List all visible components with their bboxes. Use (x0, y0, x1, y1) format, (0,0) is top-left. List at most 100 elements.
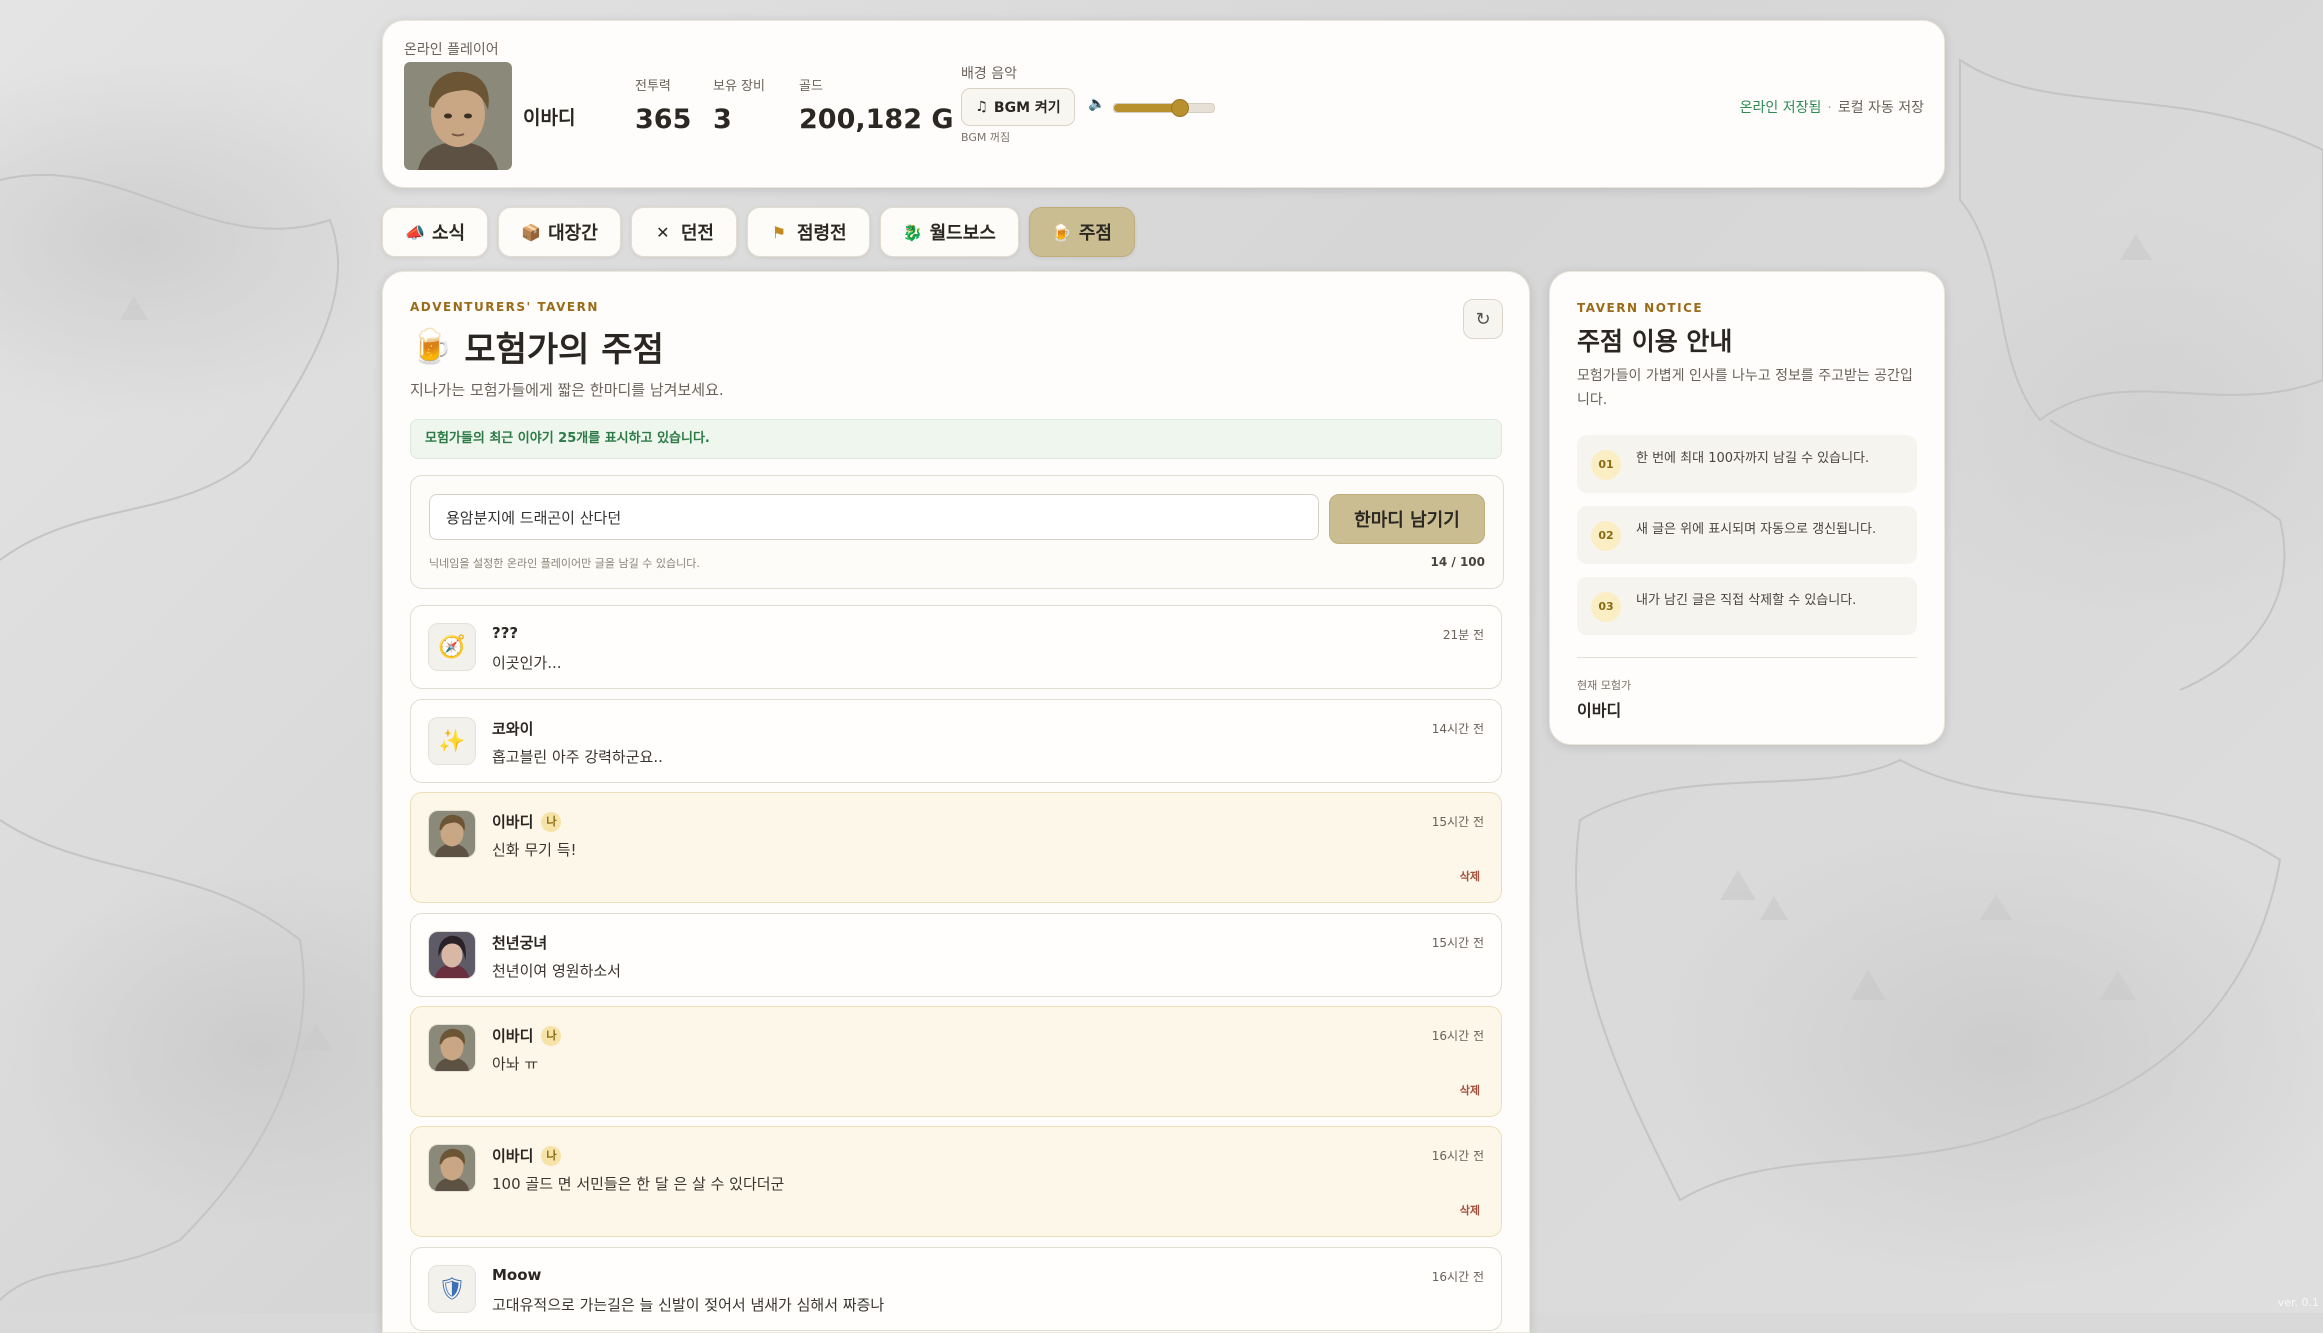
stat-power-value: 365 (635, 104, 692, 135)
tab-dungeon[interactable]: ✕ 던전 (630, 207, 737, 257)
refresh-icon: ↻ (1475, 308, 1491, 330)
post-time: 16시간 전 (1431, 1029, 1484, 1043)
online-player-label: 온라인 플레이어 (404, 42, 499, 58)
recent-notice: 모험가들의 최근 이야기 25개를 표시하고 있습니다. (410, 419, 1502, 459)
tab-label: 월드보스 (929, 223, 996, 244)
rule-item: 02 새 글은 위에 표시되며 자동으로 갱신됩니다. (1577, 506, 1917, 564)
box-icon: 📦 (521, 222, 542, 242)
rule-number: 01 (1591, 450, 1621, 480)
volume-fill (1114, 104, 1179, 112)
list-item: 🛡 Moow 16시간 전 고대유적으로 가는길은 늘 신발이 젖어서 냄새가 … (410, 1247, 1502, 1331)
volume-slider[interactable] (1113, 99, 1215, 117)
post-author-name: 이바디 (492, 813, 534, 831)
compose-hint: 닉네임을 설정한 온라인 플레이어만 글을 남길 수 있습니다. (429, 557, 700, 570)
post-message-button[interactable]: 한마디 남기기 (1329, 494, 1485, 544)
delete-button[interactable]: 삭제 (1460, 868, 1480, 884)
post-author: 이바디 나 (492, 811, 562, 832)
player-avatar (404, 62, 512, 170)
post-time: 14시간 전 (1431, 722, 1484, 736)
tavern-notice-panel: TAVERN NOTICE 주점 이용 안내 모험가들이 가볍게 인사를 나누고… (1549, 271, 1945, 745)
avatar (428, 931, 476, 979)
post-text: 이곳인가... (492, 654, 562, 672)
avatar (428, 810, 476, 858)
tab-conquest[interactable]: ⚑ 점령전 (746, 207, 870, 257)
stat-gold-value: 200,182 G (799, 104, 954, 135)
version-label: ver. 0.1 (2277, 1296, 2319, 1309)
list-item: 이바디 나 16시간 전 아놔 ㅠ 삭제 (410, 1006, 1502, 1117)
post-time: 15시간 전 (1431, 936, 1484, 950)
post-author-name: Moow (492, 1266, 542, 1284)
post-time: 15시간 전 (1431, 815, 1484, 829)
delete-button[interactable]: 삭제 (1460, 1082, 1480, 1098)
post-author: ??? (492, 624, 518, 642)
current-adventurer-name: 이바디 (1577, 701, 1622, 720)
stat-equipment: 보유 장비 3 (713, 75, 765, 135)
bgm-toggle-button[interactable]: ♫ BGM 켜기 (961, 88, 1075, 126)
rule-number: 02 (1591, 521, 1621, 551)
post-author: 천년궁녀 (492, 932, 547, 953)
post-author-name: ??? (492, 624, 519, 642)
bgm-label: 배경 음악 (961, 66, 1017, 82)
post-time: 21분 전 (1442, 628, 1484, 642)
rule-text: 한 번에 최대 100자까지 남길 수 있습니다. (1636, 451, 1870, 466)
stat-equipment-value: 3 (713, 104, 732, 135)
tab-label: 던전 (680, 223, 714, 244)
tab-forge[interactable]: 📦 대장간 (498, 207, 621, 257)
tab-world-boss[interactable]: 🐉 월드보스 (879, 207, 1019, 257)
post-author: 이바디 나 (492, 1025, 562, 1046)
rule-text: 내가 남긴 글은 직접 삭제할 수 있습니다. (1636, 593, 1857, 608)
tab-label: 소식 (432, 223, 466, 244)
main-tabs: 📣 소식 📦 대장간 ✕ 던전 ⚑ 점령전 🐉 월드보스 🍺 주점 (382, 207, 1135, 257)
avatar (428, 1024, 476, 1072)
post-author: 코와이 (492, 718, 533, 739)
crossed-swords-icon: ✕ (656, 222, 670, 242)
post-text: 신화 무기 득! (492, 841, 577, 859)
post-text: 100 골드 면 서민들은 한 달 은 살 수 있다더군 (492, 1175, 785, 1193)
post-text: 홉고블린 아주 강력하군요.. (492, 748, 663, 766)
stat-gold: 골드 200,182 G (799, 75, 954, 135)
stat-power: 전투력 365 (635, 75, 691, 135)
tab-tavern[interactable]: 🍺 주점 (1028, 207, 1135, 257)
notice-description: 모험가들이 가볍게 인사를 나누고 정보를 주고받는 공간입니다. (1577, 368, 1913, 408)
tab-news[interactable]: 📣 소식 (382, 207, 489, 257)
post-time: 16시간 전 (1431, 1149, 1484, 1163)
beer-icon: 🍺 (410, 326, 453, 367)
rule-item: 03 내가 남긴 글은 직접 삭제할 수 있습니다. (1577, 577, 1917, 635)
speaker-icon: 🔈 (1088, 96, 1106, 112)
stat-equipment-label: 보유 장비 (713, 79, 765, 94)
post-author-name: 이바디 (492, 1027, 534, 1045)
rule-number: 03 (1591, 592, 1621, 622)
page-title: 🍺 모험가의 주점 (410, 322, 664, 371)
list-item: 이바디 나 15시간 전 신화 무기 득! 삭제 (410, 792, 1502, 903)
tavern-eyebrow: ADVENTURERS' TAVERN (410, 300, 599, 314)
player-name: 이바디 (523, 107, 576, 129)
dragon-icon: 🐉 (902, 222, 923, 242)
page-subtitle: 지나가는 모험가들에게 짧은 한마디를 남겨보세요. (410, 381, 724, 399)
delete-button[interactable]: 삭제 (1460, 1202, 1480, 1218)
list-item: 천년궁녀 15시간 전 천년이여 영원하소서 (410, 913, 1502, 997)
save-separator: · (1827, 100, 1832, 116)
post-author-name: 천년궁녀 (492, 934, 548, 952)
post-author: Moow (492, 1266, 541, 1284)
flag-icon: ⚑ (771, 222, 787, 242)
save-local-status: 로컬 자동 저장 (1837, 100, 1924, 116)
post-author: 이바디 나 (492, 1145, 562, 1166)
tab-label: 대장간 (548, 223, 598, 244)
post-author-name: 코와이 (492, 720, 534, 738)
divider (1577, 657, 1917, 658)
volume-thumb[interactable] (1171, 99, 1189, 117)
me-badge: 나 (541, 1025, 562, 1046)
post-text: 천년이여 영원하소서 (492, 962, 621, 980)
message-input[interactable] (429, 494, 1319, 540)
current-adventurer-label: 현재 모험가 (1577, 679, 1632, 692)
compass-icon: 🧭 (428, 623, 476, 671)
save-status: 온라인 저장됨 · 로컬 자동 저장 (1740, 97, 1924, 117)
stat-power-label: 전투력 (635, 79, 671, 94)
post-time: 16시간 전 (1431, 1270, 1484, 1284)
post-text: 고대유적으로 가는길은 늘 신발이 젖어서 냄새가 심해서 짜증나 (492, 1296, 885, 1314)
rule-text: 새 글은 위에 표시되며 자동으로 갱신됩니다. (1636, 522, 1877, 537)
player-card: 온라인 플레이어 이바디 전투력 365 보유 장비 3 골드 200,182 … (382, 20, 1945, 188)
refresh-button[interactable]: ↻ (1463, 299, 1503, 339)
list-item: ✨ 코와이 14시간 전 홉고블린 아주 강력하군요.. (410, 699, 1502, 783)
rule-item: 01 한 번에 최대 100자까지 남길 수 있습니다. (1577, 435, 1917, 493)
